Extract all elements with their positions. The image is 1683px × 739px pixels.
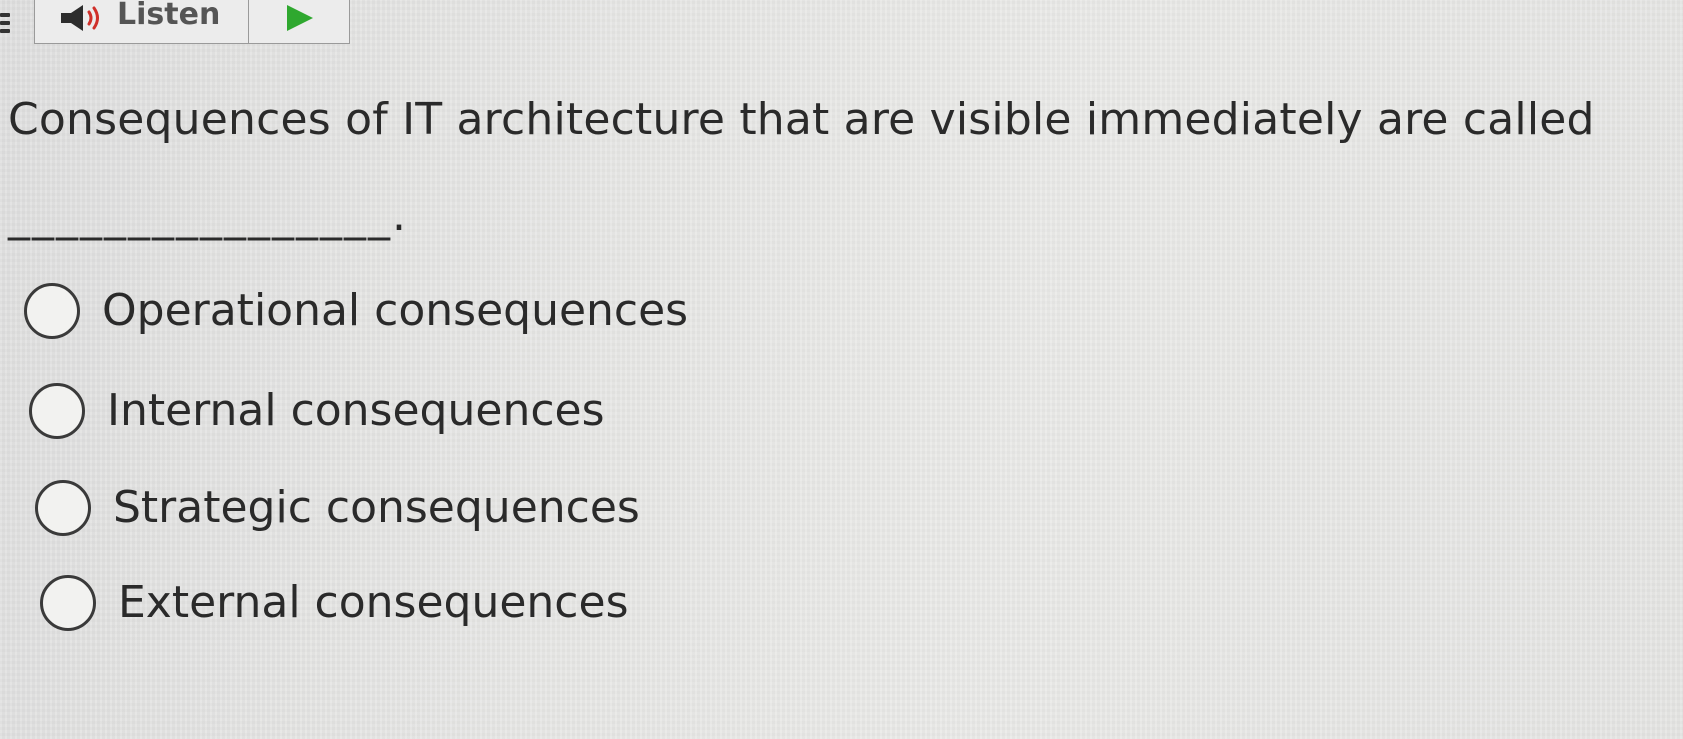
radio-button[interactable]	[35, 480, 91, 536]
listen-label: Listen	[117, 0, 221, 32]
question-blank: ________________.	[8, 190, 408, 241]
radio-button[interactable]	[24, 283, 80, 339]
play-button[interactable]	[249, 0, 349, 43]
radio-button[interactable]	[29, 383, 85, 439]
answer-option[interactable]: Strategic consequences	[35, 480, 640, 536]
answer-option-label: Internal consequences	[107, 385, 605, 436]
answer-option-label: External consequences	[118, 577, 629, 628]
answer-option-label: Strategic consequences	[113, 482, 640, 533]
menu-icon[interactable]	[0, 0, 12, 44]
radio-button[interactable]	[40, 575, 96, 631]
answer-option[interactable]: External consequences	[40, 575, 629, 631]
question-text: Consequences of IT architecture that are…	[8, 94, 1595, 145]
speaker-icon	[61, 4, 99, 31]
listen-control: Listen	[34, 0, 351, 44]
answer-option[interactable]: Operational consequences	[24, 283, 688, 339]
read-aloud-toolbar: Listen	[0, 0, 351, 44]
play-icon	[287, 4, 314, 31]
listen-button[interactable]: Listen	[35, 0, 250, 43]
answer-option[interactable]: Internal consequences	[29, 383, 605, 439]
answer-option-label: Operational consequences	[102, 285, 689, 336]
question-prompt: Consequences of IT architecture that are…	[8, 72, 1648, 264]
